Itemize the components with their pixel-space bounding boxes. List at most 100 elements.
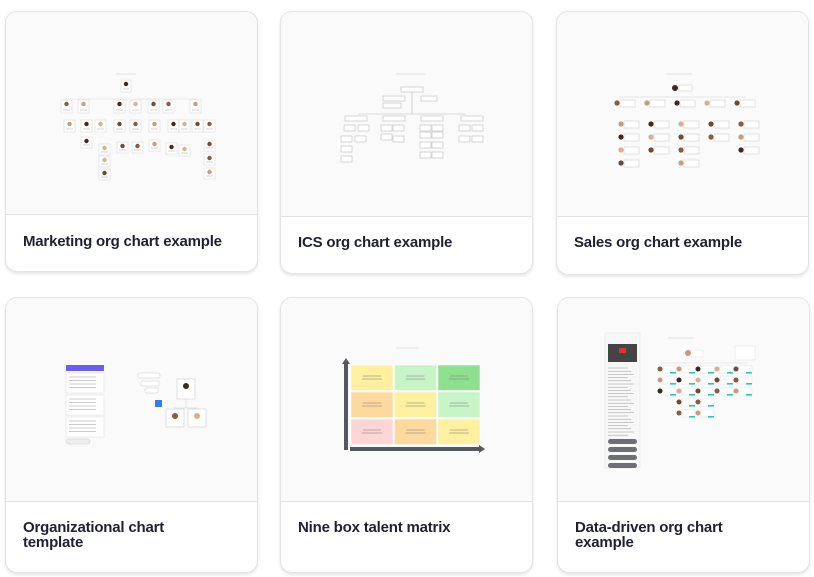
- org-node: [743, 146, 760, 155]
- template-card-organizational-chart-template[interactable]: Organizational chart template: [5, 297, 258, 573]
- blue-shape: [155, 400, 162, 407]
- org-node: [420, 115, 444, 122]
- avatar-icon: [207, 155, 212, 161]
- org-node: [739, 99, 756, 108]
- play-icon: [619, 348, 626, 353]
- card-title: ICS org chart example: [298, 234, 453, 251]
- card-title: Nine box talent matrix: [298, 519, 451, 536]
- avatar-icon: [117, 121, 122, 127]
- avatar-icon: [193, 101, 198, 107]
- org-node: [653, 133, 670, 142]
- org-node: [738, 365, 753, 374]
- action-pill: [140, 380, 160, 387]
- status-bar: [670, 372, 676, 374]
- matrix-cell: [437, 418, 481, 445]
- ics-org-chart-preview: [340, 73, 484, 163]
- status-bar: [689, 383, 695, 385]
- legend: [734, 345, 756, 361]
- org-node: [419, 131, 432, 139]
- avatar-icon: [733, 388, 739, 394]
- avatar-icon: [151, 101, 156, 107]
- org-node: [681, 387, 696, 396]
- status-bar: [689, 405, 695, 407]
- org-node: [713, 133, 730, 142]
- org-node: [419, 124, 432, 132]
- avatar-icon: [733, 366, 739, 372]
- panel-button: [608, 463, 637, 468]
- org-node: [392, 124, 405, 132]
- avatar-icon: [644, 100, 650, 106]
- matrix-cell: [394, 391, 437, 418]
- avatar-icon: [676, 388, 682, 394]
- org-node: [460, 115, 484, 122]
- org-node: [400, 86, 424, 93]
- panel-button: [608, 455, 637, 460]
- org-node: [357, 124, 370, 132]
- status-bar: [708, 383, 714, 385]
- action-pill: [144, 387, 159, 394]
- org-node: [431, 124, 444, 132]
- org-node: [458, 124, 471, 132]
- template-card-nine-box-talent-matrix[interactable]: Nine box talent matrix: [280, 297, 533, 573]
- avatar-icon: [152, 141, 157, 147]
- org-node: [392, 135, 405, 143]
- org-node: [738, 376, 753, 385]
- avatar-icon: [678, 121, 684, 127]
- avatar-icon: [714, 388, 720, 394]
- thumbnail-organizational-chart-template: [6, 298, 257, 502]
- org-node: [471, 135, 484, 143]
- template-card-marketing-org-chart[interactable]: Marketing org chart example: [5, 11, 258, 272]
- tip-card: [65, 372, 105, 394]
- avatar-icon: [102, 170, 107, 176]
- status-bar: [727, 372, 733, 374]
- avatar-icon: [657, 388, 663, 394]
- matrix-cell: [437, 364, 481, 391]
- avatar-icon: [678, 134, 684, 140]
- org-node: [340, 135, 353, 143]
- avatar-icon: [676, 377, 682, 383]
- avatar-icon: [67, 121, 72, 127]
- avatar-icon: [648, 121, 654, 127]
- thumbnail-marketing-org-chart: [6, 12, 257, 215]
- org-node: [653, 146, 670, 155]
- org-node: [623, 146, 640, 155]
- thumbnail-ics-org-chart: [281, 12, 532, 217]
- status-bar: [727, 394, 733, 396]
- org-node: [690, 349, 704, 358]
- org-node: [431, 131, 444, 139]
- org-node: [662, 387, 677, 396]
- tip-card: [65, 416, 105, 438]
- org-node: [700, 387, 715, 396]
- template-card-data-driven-org-chart[interactable]: Data-driven org chart example: [557, 297, 810, 573]
- status-bar: [727, 383, 733, 385]
- status-bar: [689, 372, 695, 374]
- org-node: [431, 141, 444, 149]
- org-node: [743, 120, 760, 129]
- org-node: [700, 365, 715, 374]
- org-node: [623, 133, 640, 142]
- avatar-icon: [133, 121, 138, 127]
- org-node: [623, 120, 640, 129]
- org-node: [419, 141, 432, 149]
- org-node: [719, 387, 734, 396]
- avatar-icon: [102, 157, 107, 163]
- sales-org-chart-preview: [614, 73, 760, 168]
- org-node: [743, 133, 760, 142]
- avatar-icon: [194, 413, 200, 419]
- org-node: [679, 99, 696, 108]
- org-node: [382, 102, 402, 109]
- marketing-org-chart-preview: [60, 73, 216, 181]
- avatar-icon: [171, 121, 176, 127]
- org-node: [738, 387, 753, 396]
- nine-box-matrix-preview: [342, 347, 485, 453]
- avatar-icon: [648, 147, 654, 153]
- avatar-icon: [648, 134, 654, 140]
- avatar-icon: [182, 146, 187, 152]
- template-card-sales-org-chart[interactable]: Sales org chart example: [556, 11, 809, 275]
- avatar-icon: [152, 121, 157, 127]
- status-bar: [746, 372, 752, 374]
- template-card-ics-org-chart[interactable]: ICS org chart example: [280, 11, 533, 274]
- avatar-icon: [64, 101, 69, 107]
- org-node: [623, 159, 640, 168]
- matrix-cell: [394, 418, 437, 445]
